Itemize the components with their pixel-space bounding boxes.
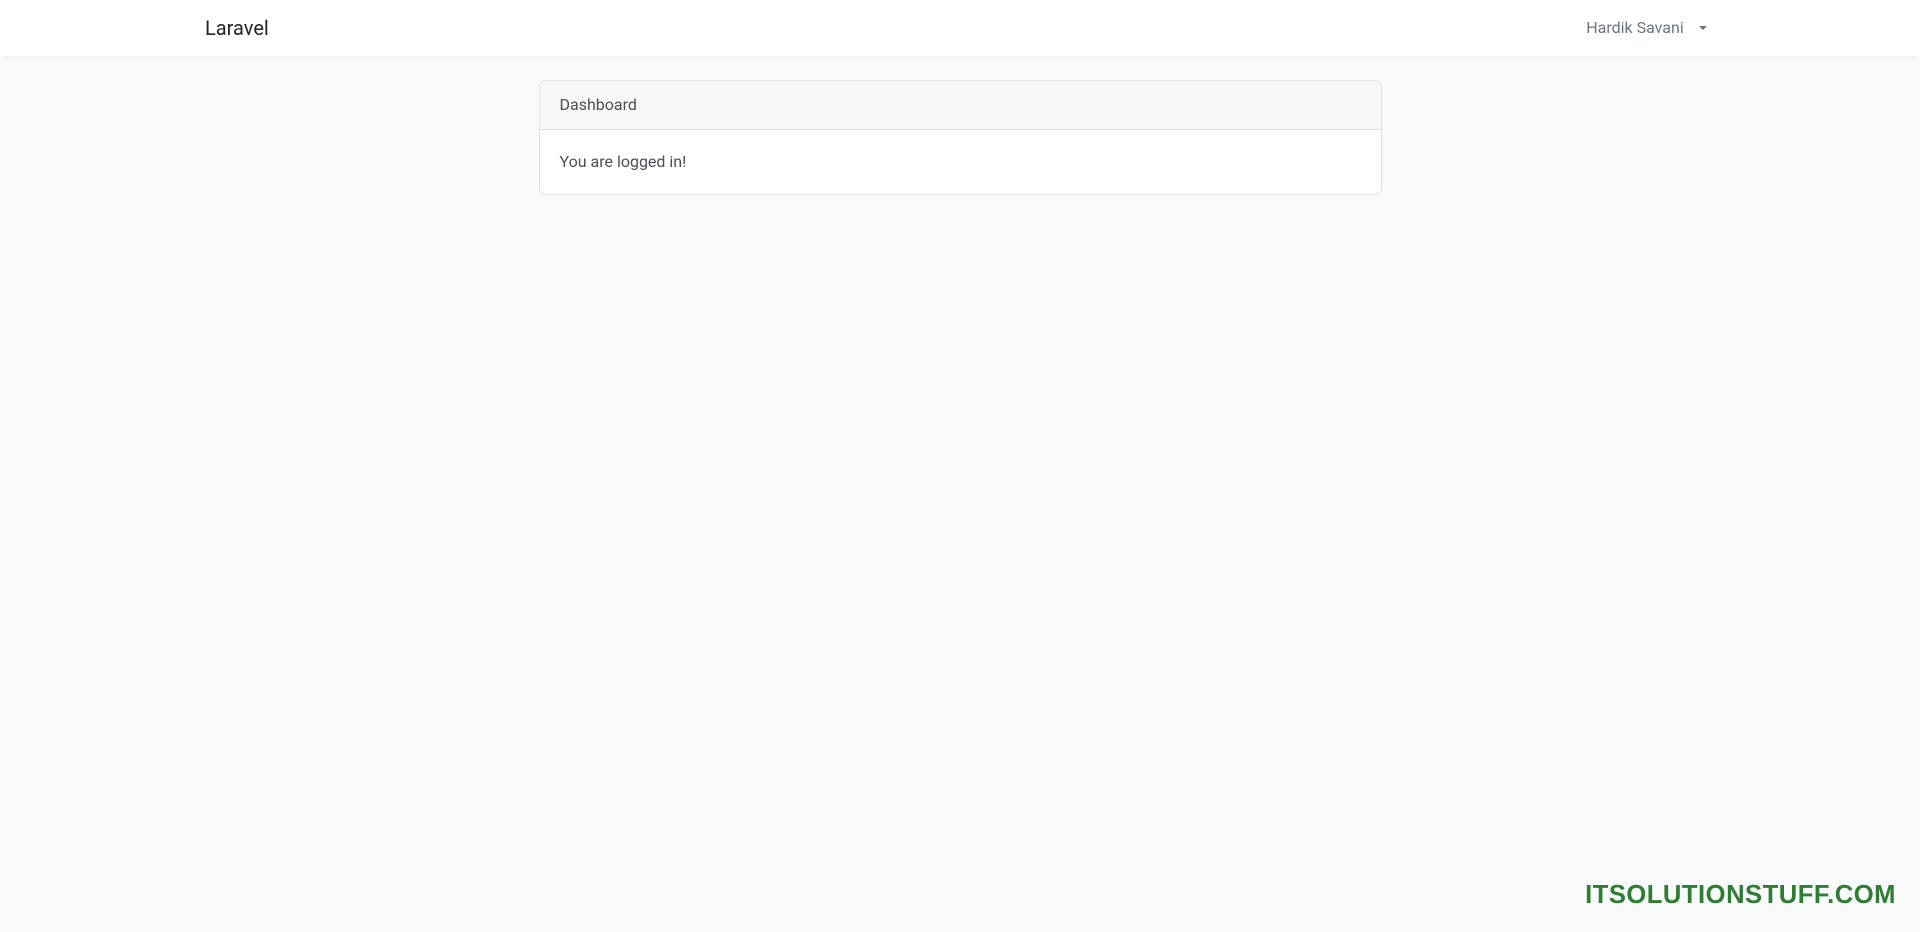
navbar-container: Laravel Hardik Savani [70, 8, 1850, 48]
card-header: Dashboard [540, 81, 1381, 130]
dashboard-card: Dashboard You are logged in! [539, 80, 1382, 195]
user-name-label: Hardik Savani [1586, 16, 1684, 40]
navbar-nav: Hardik Savani [1578, 8, 1715, 48]
watermark: ITSOLUTIONSTUFF.COM [1585, 876, 1896, 914]
navbar-brand[interactable]: Laravel [205, 13, 269, 43]
card-body: You are logged in! [540, 130, 1381, 194]
container: Dashboard You are logged in! [70, 80, 1850, 195]
user-dropdown[interactable]: Hardik Savani [1578, 8, 1715, 48]
main-content: Dashboard You are logged in! [0, 56, 1920, 195]
row: Dashboard You are logged in! [85, 80, 1835, 195]
navbar: Laravel Hardik Savani [0, 0, 1920, 56]
dashboard-column: Dashboard You are logged in! [524, 80, 1397, 195]
